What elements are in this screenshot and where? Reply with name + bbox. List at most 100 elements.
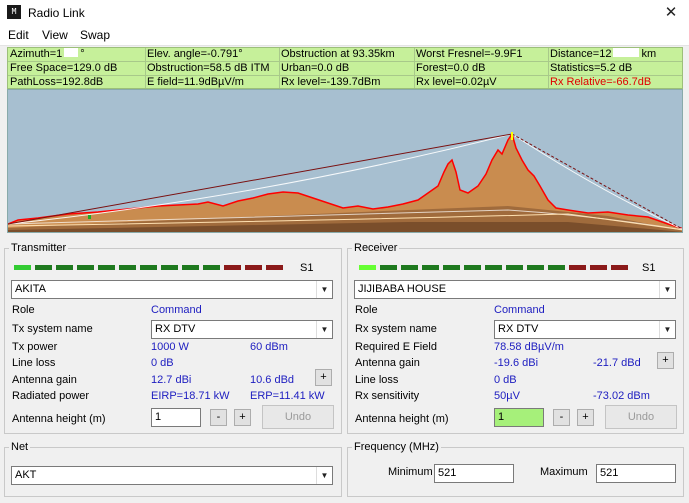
meter-segment bbox=[245, 265, 262, 270]
rx-height-input[interactable]: 1 bbox=[494, 408, 544, 427]
divider bbox=[414, 48, 415, 88]
divider bbox=[548, 48, 549, 88]
tx-power-label: Tx power bbox=[12, 341, 58, 353]
tx-system-select[interactable]: RX DTV ▼ bbox=[151, 320, 333, 339]
tx-gain-dbi: 12.7 dBi bbox=[151, 374, 192, 386]
worst-fresnel: Worst Fresnel=-9.9F1 bbox=[416, 48, 523, 60]
tx-gain-dbd: 10.6 dBd bbox=[250, 374, 295, 386]
meter-segment bbox=[140, 265, 157, 270]
tx-height-plus-button[interactable]: + bbox=[234, 409, 251, 426]
rx-sensitivity-uv: 50µV bbox=[494, 390, 520, 402]
rx-system-select[interactable]: RX DTV ▼ bbox=[494, 320, 676, 339]
tx-role-label: Role bbox=[12, 304, 35, 316]
divider bbox=[279, 48, 280, 88]
meter-segment bbox=[569, 265, 586, 270]
title-bar: M Radio Link ✕ bbox=[0, 0, 689, 24]
tx-line-loss: 0 dB bbox=[151, 357, 174, 369]
meter-segment bbox=[77, 265, 94, 270]
tx-meter-label: S1 bbox=[300, 262, 314, 274]
chevron-down-icon[interactable]: ▼ bbox=[659, 321, 675, 338]
urban-loss: Urban=0.0 dB bbox=[281, 62, 350, 74]
chevron-down-icon[interactable]: ▼ bbox=[316, 281, 332, 298]
meter-segment bbox=[98, 265, 115, 270]
statistics-loss: Statistics=5.2 dB bbox=[550, 62, 633, 74]
distance-value: Distance=12 km bbox=[550, 48, 657, 60]
rx-station-select[interactable]: JIJIBABA HOUSE ▼ bbox=[354, 280, 676, 299]
frequency-min-label: Minimum bbox=[388, 466, 433, 478]
tx-power-dbm: 60 dBm bbox=[250, 341, 288, 353]
tx-station-select[interactable]: AKITA ▼ bbox=[11, 280, 333, 299]
rx-undo-button[interactable]: Undo bbox=[605, 405, 677, 429]
close-icon[interactable]: ✕ bbox=[661, 3, 681, 21]
rx-signal-meter bbox=[359, 265, 629, 271]
divider bbox=[145, 48, 146, 88]
rx-level-uv: Rx level=0.02µV bbox=[416, 76, 497, 88]
frequency-max-input[interactable]: 521 bbox=[596, 464, 676, 483]
menu-view[interactable]: View bbox=[42, 28, 68, 42]
tx-gain-label: Antenna gain bbox=[12, 374, 77, 386]
tx-erp: ERP=11.41 kW bbox=[250, 390, 325, 402]
app-icon: M bbox=[7, 5, 21, 19]
frequency-max-label: Maximum bbox=[540, 466, 588, 478]
receiver-legend: Receiver bbox=[354, 242, 398, 254]
rx-efield-label: Required E Field bbox=[355, 341, 437, 353]
link-info-panel: Azimuth=1 ° Elev. angle=-0.791° Obstructi… bbox=[7, 47, 683, 89]
rx-height-minus-button[interactable]: - bbox=[553, 409, 570, 426]
rx-level-dbm: Rx level=-139.7dBm bbox=[281, 76, 381, 88]
rx-efield: 78.58 dBµV/m bbox=[494, 341, 564, 353]
meter-segment bbox=[380, 265, 397, 270]
rx-sensitivity-label: Rx sensitivity bbox=[355, 390, 420, 402]
meter-segment bbox=[359, 265, 376, 270]
tx-height-label: Antenna height (m) bbox=[12, 413, 106, 425]
frequency-min-input[interactable]: 521 bbox=[434, 464, 514, 483]
tx-gain-plus-button[interactable]: + bbox=[315, 369, 332, 386]
menu-edit[interactable]: Edit bbox=[8, 28, 29, 42]
meter-segment bbox=[14, 265, 31, 270]
meter-segment bbox=[401, 265, 418, 270]
terrain-profile[interactable] bbox=[7, 89, 683, 233]
rx-gain-label: Antenna gain bbox=[355, 357, 420, 369]
menu-bar: Edit View Swap bbox=[0, 24, 689, 46]
rx-meter-label: S1 bbox=[642, 262, 656, 274]
tx-height-minus-button[interactable]: - bbox=[210, 409, 227, 426]
tx-height-input[interactable]: 1 bbox=[151, 408, 201, 427]
meter-segment bbox=[527, 265, 544, 270]
meter-segment bbox=[443, 265, 460, 270]
rx-relative: Rx Relative=-66.7dB bbox=[550, 76, 652, 88]
frequency-legend: Frequency (MHz) bbox=[354, 441, 439, 453]
rx-role-label: Role bbox=[355, 304, 378, 316]
meter-segment bbox=[611, 265, 628, 270]
rx-height-label: Antenna height (m) bbox=[355, 413, 449, 425]
meter-segment bbox=[506, 265, 523, 270]
menu-swap[interactable]: Swap bbox=[80, 28, 110, 42]
chevron-down-icon[interactable]: ▼ bbox=[316, 321, 332, 338]
rx-line-loss-label: Line loss bbox=[355, 374, 399, 386]
azimuth-value: Azimuth=1 ° bbox=[10, 48, 85, 60]
net-legend: Net bbox=[11, 441, 29, 453]
rx-line-loss: 0 dB bbox=[494, 374, 517, 386]
rx-gain-plus-button[interactable]: + bbox=[657, 352, 674, 369]
path-loss: PathLoss=192.8dB bbox=[10, 76, 104, 88]
forest-loss: Forest=0.0 dB bbox=[416, 62, 486, 74]
window-title: Radio Link bbox=[28, 6, 85, 20]
rx-sensitivity-dbm: -73.02 dBm bbox=[593, 390, 650, 402]
rx-role-value: Command bbox=[494, 304, 545, 316]
meter-segment bbox=[266, 265, 283, 270]
chevron-down-icon[interactable]: ▼ bbox=[316, 467, 332, 484]
meter-segment bbox=[182, 265, 199, 270]
rx-system-label: Rx system name bbox=[355, 323, 437, 335]
elevation-angle: Elev. angle=-0.791° bbox=[147, 48, 243, 60]
chevron-down-icon[interactable]: ▼ bbox=[659, 281, 675, 298]
tx-signal-meter bbox=[14, 265, 284, 271]
tx-undo-button[interactable]: Undo bbox=[262, 405, 334, 429]
meter-segment bbox=[119, 265, 136, 270]
rx-height-plus-button[interactable]: + bbox=[577, 409, 594, 426]
meter-segment bbox=[203, 265, 220, 270]
meter-segment bbox=[224, 265, 241, 270]
tx-antenna-marker bbox=[88, 215, 91, 219]
meter-segment bbox=[464, 265, 481, 270]
meter-segment bbox=[35, 265, 52, 270]
tx-line-loss-label: Line loss bbox=[12, 357, 56, 369]
net-select[interactable]: AKT ▼ bbox=[11, 466, 333, 485]
meter-segment bbox=[590, 265, 607, 270]
